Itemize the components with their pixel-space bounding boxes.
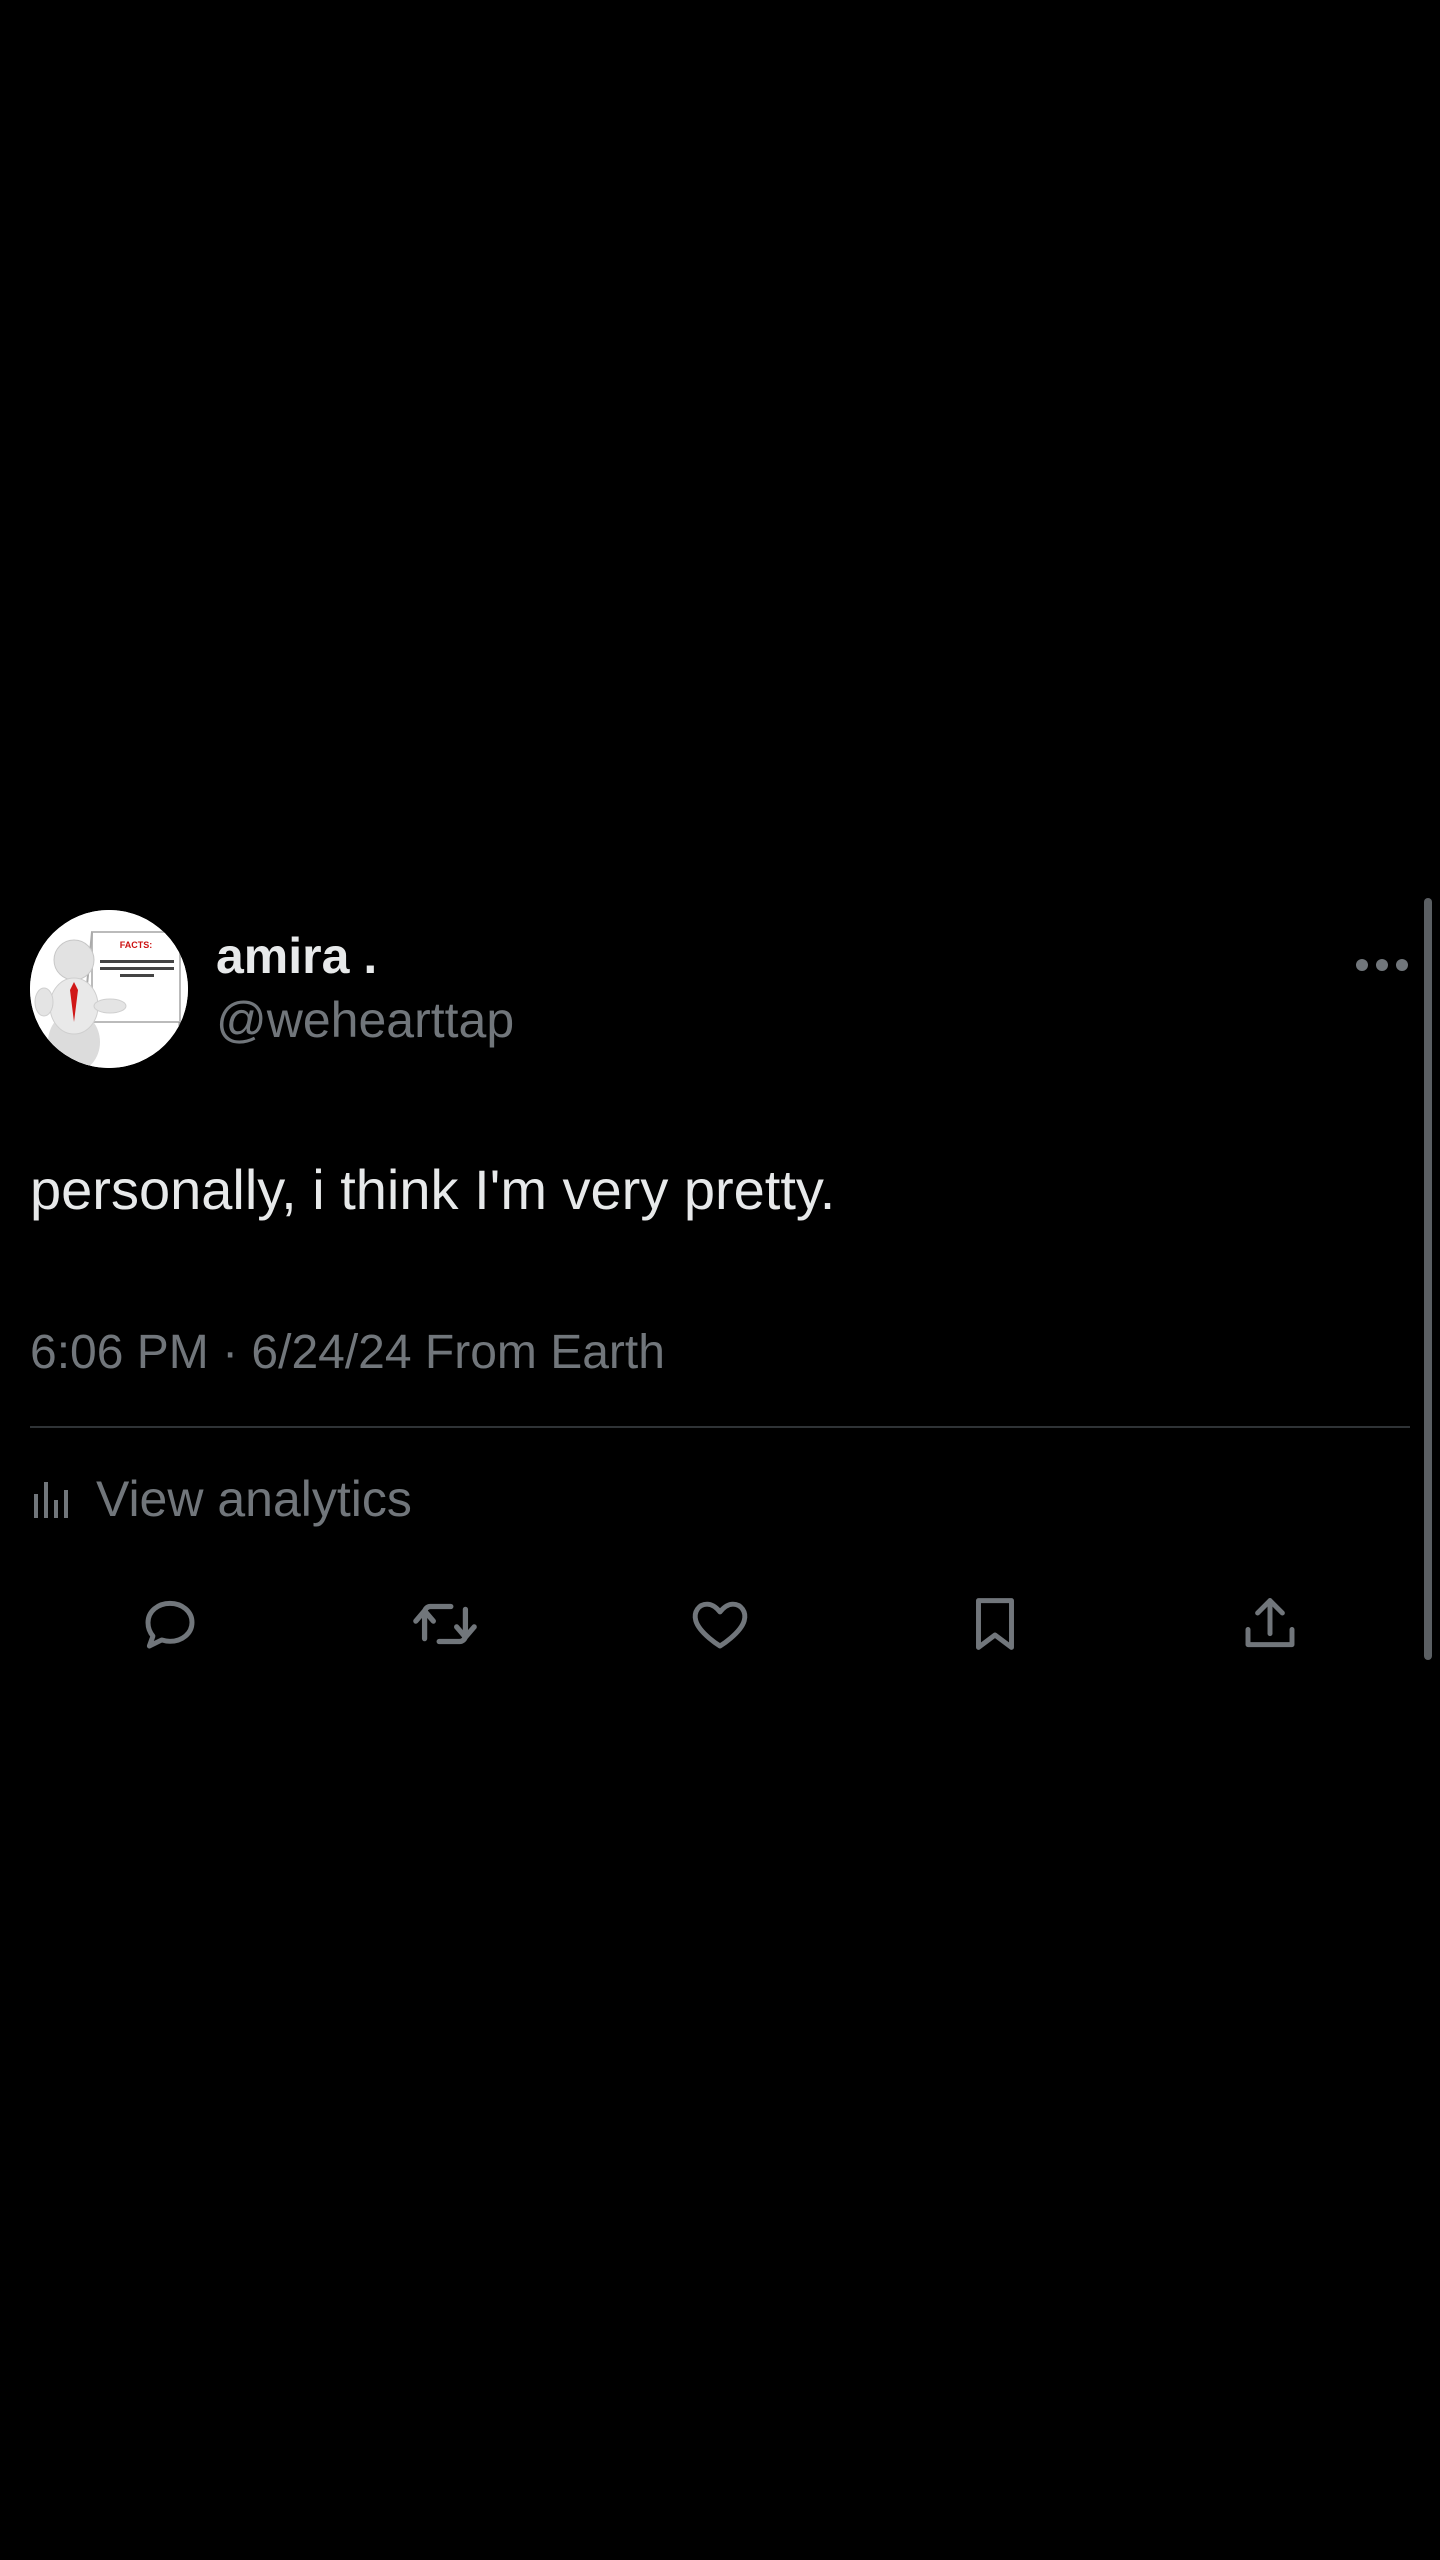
more-horizontal-icon	[1356, 959, 1408, 971]
scrollbar[interactable]	[1424, 898, 1432, 1660]
repost-button[interactable]	[405, 1584, 485, 1664]
bookmark-icon	[976, 1598, 1014, 1650]
view-analytics-label: View analytics	[96, 1471, 412, 1527]
avatar[interactable]: FACTS:	[30, 910, 188, 1068]
tweet-timestamp[interactable]: 6:06 PM · 6/24/24 From Earth	[30, 1323, 665, 1383]
more-options-button[interactable]	[1354, 950, 1410, 980]
username-handle[interactable]: @wehearttap	[216, 990, 514, 1050]
tweet-text: personally, i think I'm very pretty.	[30, 1158, 836, 1221]
author-names: amira . @wehearttap	[216, 928, 514, 1050]
view-analytics-link[interactable]: View analytics	[30, 1464, 412, 1534]
action-bar	[0, 1584, 1440, 1664]
avatar-caption: FACTS:	[120, 940, 153, 950]
reply-button[interactable]	[130, 1584, 210, 1664]
screen: FACTS: amira . @wehearttap personally, i…	[0, 0, 1440, 2560]
display-name[interactable]: amira .	[216, 928, 514, 984]
reply-icon	[145, 1600, 195, 1649]
share-icon	[1245, 1598, 1295, 1648]
tweet-header: FACTS: amira . @wehearttap	[30, 910, 1410, 1070]
share-button[interactable]	[1230, 1584, 1310, 1664]
repost-icon	[413, 1603, 477, 1645]
like-button[interactable]	[680, 1584, 760, 1664]
bookmark-button[interactable]	[955, 1584, 1035, 1664]
heart-icon	[692, 1601, 748, 1649]
bar-chart-icon	[34, 1482, 68, 1518]
divider	[30, 1426, 1410, 1428]
avatar-image: FACTS:	[30, 910, 188, 1068]
